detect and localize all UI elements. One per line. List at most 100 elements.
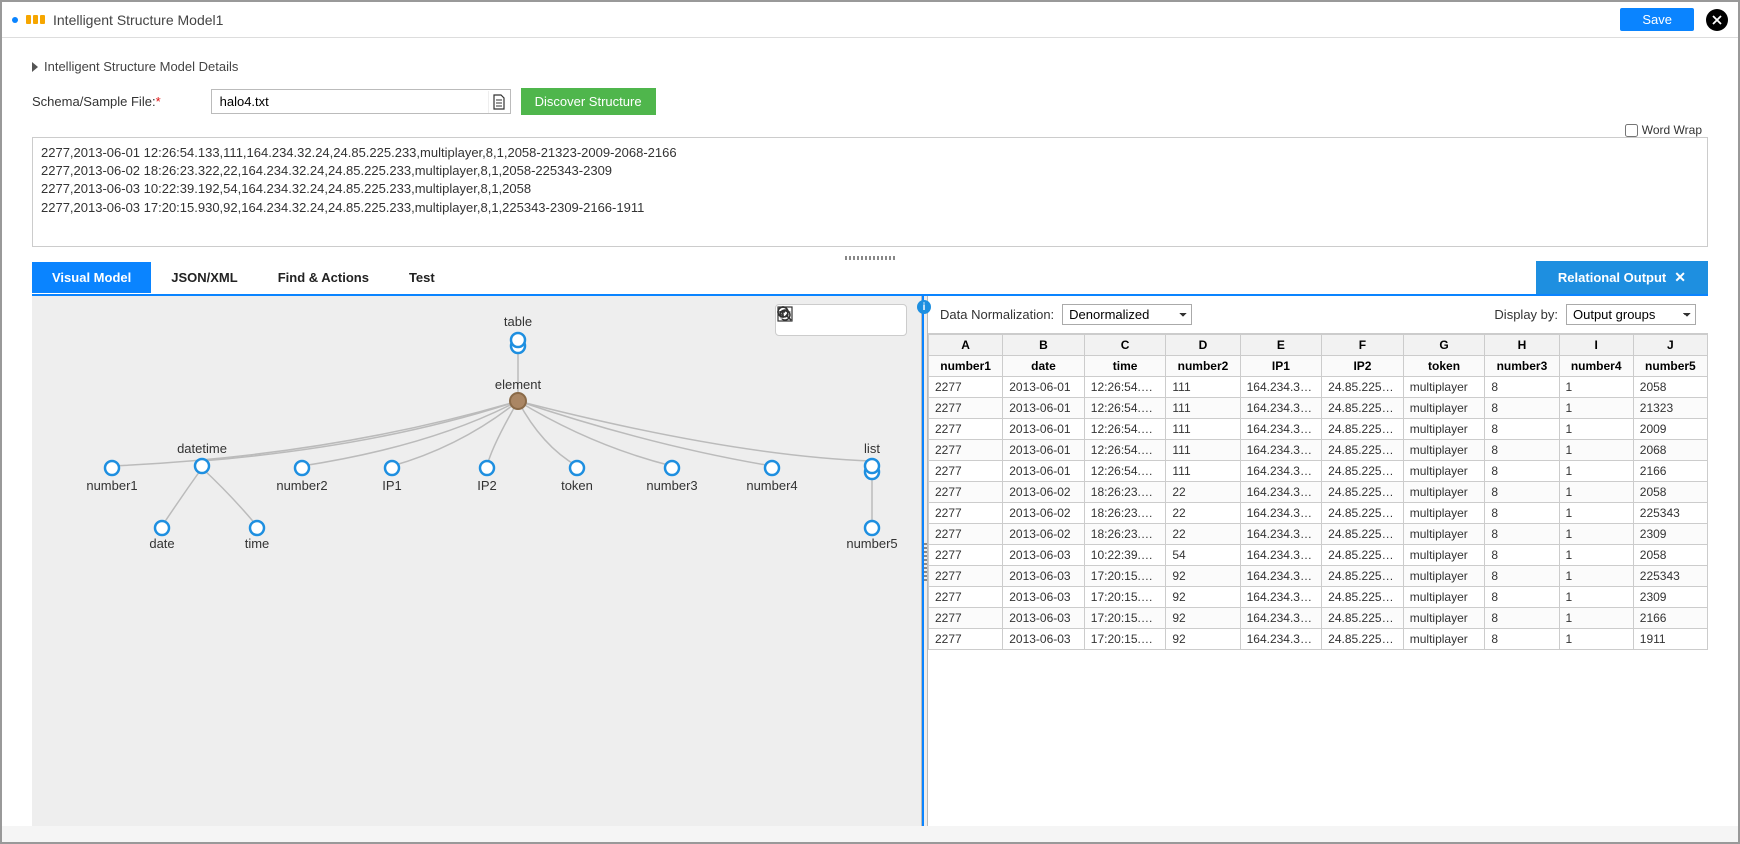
table-cell: 164.234.32… [1240, 587, 1322, 608]
table-cell: 1 [1559, 482, 1633, 503]
wordwrap-checkbox[interactable] [1625, 124, 1638, 137]
node-time[interactable] [250, 521, 264, 535]
table-cell: 12:26:54.133 [1084, 377, 1166, 398]
column-header[interactable]: IP1 [1240, 356, 1322, 377]
table-row[interactable]: 22772013-06-0317:20:15.93092164.234.32…2… [929, 608, 1708, 629]
save-button[interactable]: Save [1620, 8, 1694, 31]
table-cell: 2277 [929, 629, 1003, 650]
vertical-splitter[interactable]: i [922, 296, 928, 826]
column-header[interactable]: date [1003, 356, 1085, 377]
table-cell: 2277 [929, 482, 1003, 503]
file-input[interactable] [212, 90, 488, 113]
node-label-datetime: datetime [177, 441, 227, 456]
table-cell: 164.234.32… [1240, 608, 1322, 629]
node-element[interactable] [510, 393, 526, 409]
display-by-label: Display by: [1494, 307, 1558, 322]
node-list[interactable] [865, 459, 879, 479]
table-cell: 2277 [929, 461, 1003, 482]
table-cell: multiplayer [1403, 377, 1485, 398]
table-row[interactable]: 22772013-06-0317:20:15.93092164.234.32…2… [929, 629, 1708, 650]
table-row[interactable]: 22772013-06-0218:26:23.3…22164.234.32…24… [929, 482, 1708, 503]
node-datetime[interactable] [195, 459, 209, 473]
tab-find-actions[interactable]: Find & Actions [258, 262, 389, 293]
column-header[interactable]: number2 [1166, 356, 1240, 377]
visual-model-canvas[interactable]: table element number1 datetime number2 I… [32, 296, 922, 826]
table-row[interactable]: 22772013-06-0112:26:54.133111164.234.32…… [929, 398, 1708, 419]
table-cell: 8 [1485, 629, 1559, 650]
table-row[interactable]: 22772013-06-0112:26:54.133111164.234.32…… [929, 419, 1708, 440]
table-cell: 8 [1485, 419, 1559, 440]
column-letter[interactable]: J [1633, 335, 1707, 356]
table-cell: 8 [1485, 440, 1559, 461]
display-by-select[interactable]: Output groups [1566, 304, 1696, 325]
node-label-ip1: IP1 [382, 478, 402, 493]
tab-relational-output[interactable]: Relational Output ✕ [1536, 261, 1708, 294]
close-button[interactable] [1706, 9, 1728, 31]
node-token[interactable] [570, 461, 584, 475]
close-icon [1712, 15, 1722, 25]
node-number1[interactable] [105, 461, 119, 475]
tab-relational-output-label: Relational Output [1558, 270, 1666, 285]
node-table[interactable] [511, 333, 525, 353]
table-cell: 8 [1485, 398, 1559, 419]
node-number3[interactable] [665, 461, 679, 475]
column-header[interactable]: number3 [1485, 356, 1559, 377]
file-picker-button[interactable] [488, 91, 510, 113]
column-header[interactable]: time [1084, 356, 1166, 377]
table-cell: 2277 [929, 440, 1003, 461]
tab-visual-model[interactable]: Visual Model [32, 262, 151, 293]
data-normalization-select[interactable]: Denormalized [1062, 304, 1192, 325]
tab-test[interactable]: Test [389, 262, 455, 293]
table-row[interactable]: 22772013-06-0112:26:54.133111164.234.32…… [929, 377, 1708, 398]
column-letter[interactable]: D [1166, 335, 1240, 356]
table-cell: 24.85.225.2… [1322, 440, 1404, 461]
splitter-info-badge[interactable]: i [917, 300, 931, 314]
column-letter[interactable]: G [1403, 335, 1485, 356]
table-row[interactable]: 22772013-06-0218:26:23.3…22164.234.32…24… [929, 503, 1708, 524]
column-header[interactable]: number1 [929, 356, 1003, 377]
table-row[interactable]: 22772013-06-0317:20:15.93092164.234.32…2… [929, 587, 1708, 608]
table-row[interactable]: 22772013-06-0218:26:23.3…22164.234.32…24… [929, 524, 1708, 545]
node-date[interactable] [155, 521, 169, 535]
node-ip2[interactable] [480, 461, 494, 475]
table-cell: 2013-06-03 [1003, 545, 1085, 566]
table-cell: 2013-06-02 [1003, 524, 1085, 545]
table-cell: 2277 [929, 524, 1003, 545]
node-number4[interactable] [765, 461, 779, 475]
table-row[interactable]: 22772013-06-0317:20:15.93092164.234.32…2… [929, 566, 1708, 587]
column-header[interactable]: number5 [1633, 356, 1707, 377]
document-icon [492, 94, 506, 110]
table-row[interactable]: 22772013-06-0310:22:39.19254164.234.32…2… [929, 545, 1708, 566]
table-cell: multiplayer [1403, 629, 1485, 650]
column-letter[interactable]: H [1485, 335, 1559, 356]
table-row[interactable]: 22772013-06-0112:26:54.133111164.234.32…… [929, 440, 1708, 461]
table-cell: 12:26:54.133 [1084, 440, 1166, 461]
table-cell: 18:26:23.3… [1084, 482, 1166, 503]
node-ip1[interactable] [385, 461, 399, 475]
sample-data-textbox[interactable]: 2277,2013-06-01 12:26:54.133,111,164.234… [32, 137, 1708, 247]
column-header[interactable]: IP2 [1322, 356, 1404, 377]
table-cell: multiplayer [1403, 398, 1485, 419]
node-number2[interactable] [295, 461, 309, 475]
table-cell: 17:20:15.930 [1084, 566, 1166, 587]
column-letter[interactable]: F [1322, 335, 1404, 356]
discover-button[interactable]: Discover Structure [521, 88, 656, 115]
details-toggle[interactable]: Intelligent Structure Model Details [32, 49, 1708, 88]
required-asterisk: * [156, 94, 161, 109]
close-relational-tab-icon[interactable]: ✕ [1674, 269, 1686, 286]
column-header[interactable]: number4 [1559, 356, 1633, 377]
file-label-text: Schema/Sample File: [32, 94, 156, 109]
table-cell: 2013-06-01 [1003, 419, 1085, 440]
column-letter[interactable]: C [1084, 335, 1166, 356]
tab-json-xml[interactable]: JSON/XML [151, 262, 257, 293]
column-letter[interactable]: E [1240, 335, 1322, 356]
node-number5[interactable] [865, 521, 879, 535]
table-row[interactable]: 22772013-06-0112:26:54.133111164.234.32…… [929, 461, 1708, 482]
column-letter[interactable]: B [1003, 335, 1085, 356]
column-letter[interactable]: I [1559, 335, 1633, 356]
table-cell: 2009 [1633, 419, 1707, 440]
column-letter[interactable]: A [929, 335, 1003, 356]
table-cell: multiplayer [1403, 587, 1485, 608]
table-cell: 2013-06-01 [1003, 461, 1085, 482]
column-header[interactable]: token [1403, 356, 1485, 377]
